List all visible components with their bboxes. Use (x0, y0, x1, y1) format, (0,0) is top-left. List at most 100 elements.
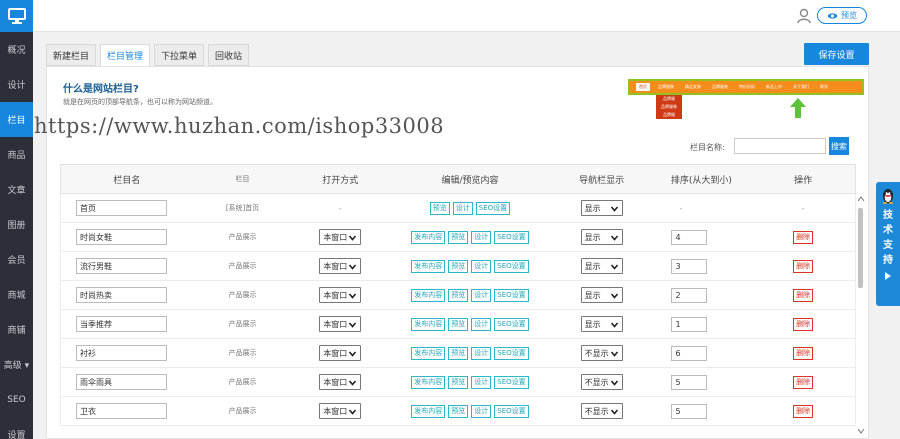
sidebar-item-8[interactable]: 商铺 (0, 312, 33, 347)
column-name-input[interactable]: 卫衣 (76, 403, 167, 419)
open-mode-select[interactable]: 本窗口 (319, 345, 362, 361)
sort-cell: 4 (651, 223, 751, 251)
tech-support-widget[interactable]: 技术支持 (876, 182, 900, 306)
content-action-button[interactable]: 设计 (452, 201, 473, 215)
content-action-button[interactable]: SEO设置 (494, 346, 529, 360)
scroll-up-icon[interactable] (857, 196, 865, 202)
search-button[interactable]: 搜索 (829, 137, 849, 155)
actions-cell: 发布内容 预览 设计 SEO设置 (388, 397, 552, 425)
content-action-button[interactable]: 预览 (448, 404, 469, 418)
content-action-button[interactable]: 设计 (471, 259, 492, 273)
content-action-button[interactable]: 设计 (471, 230, 492, 244)
column-name-input[interactable]: 衬衫 (76, 345, 167, 361)
sidebar-item-0[interactable]: 概况 (0, 32, 33, 67)
scrollbar[interactable] (857, 196, 865, 439)
content-action-button[interactable]: SEO设置 (494, 288, 529, 302)
user-icon[interactable] (797, 8, 811, 24)
sort-order-input[interactable]: 1 (671, 316, 708, 332)
sidebar-item-2[interactable]: 栏目 (0, 102, 33, 137)
delete-button[interactable]: 删除 (793, 346, 814, 360)
sidebar-item-4[interactable]: 文章 (0, 172, 33, 207)
content-action-button[interactable]: 设计 (471, 346, 492, 360)
nav-display-select[interactable]: 不显示 (580, 403, 623, 419)
content-action-button[interactable]: 设计 (471, 404, 492, 418)
column-name-input[interactable]: 雨伞雨具 (76, 374, 167, 390)
search-input[interactable] (734, 138, 826, 154)
open-mode-select[interactable]: 本窗口 (319, 287, 362, 303)
content-action-button[interactable]: 预览 (448, 317, 469, 331)
chevron-down-icon (349, 408, 357, 415)
open-mode-select[interactable]: 本窗口 (319, 229, 362, 245)
content-action-button[interactable]: 设计 (471, 288, 492, 302)
content-action-button[interactable]: 设计 (471, 375, 492, 389)
content-action-button[interactable]: SEO设置 (494, 404, 529, 418)
content-action-button[interactable]: 发布内容 (411, 404, 446, 418)
content-action-button[interactable]: SEO设置 (494, 375, 529, 389)
content-action-button[interactable]: 预览 (429, 201, 450, 215)
nav-display-cell: 显示 (552, 223, 652, 251)
sort-order-input[interactable]: 4 (671, 229, 708, 245)
tab-recycle-bin[interactable]: 回收站 (208, 44, 250, 66)
scroll-down-icon[interactable] (857, 428, 865, 434)
sort-order-input[interactable]: 5 (671, 403, 708, 419)
sort-order-input[interactable]: 6 (671, 345, 708, 361)
delete-button[interactable]: 删除 (793, 288, 814, 302)
scrollbar-thumb[interactable] (858, 208, 863, 288)
content-action-button[interactable]: SEO设置 (494, 259, 529, 273)
content-action-button[interactable]: 预览 (448, 259, 469, 273)
sidebar-item-10[interactable]: SEO (0, 382, 33, 417)
nav-display-select[interactable]: 显示 (580, 258, 623, 274)
nav-display-select[interactable]: 显示 (580, 316, 623, 332)
tab-column-manage[interactable]: 栏目管理 (100, 44, 151, 67)
save-settings-button[interactable]: 保存设置 (804, 43, 869, 65)
sidebar-item-3[interactable]: 商品 (0, 137, 33, 172)
column-name-input[interactable]: 首页 (76, 200, 167, 216)
column-name-input[interactable]: 当季推荐 (76, 316, 167, 332)
sort-order-input[interactable]: 5 (671, 374, 708, 390)
open-mode-select[interactable]: 本窗口 (319, 374, 362, 390)
content-action-button[interactable]: 设计 (471, 317, 492, 331)
delete-button[interactable]: 删除 (793, 230, 814, 244)
content-action-button[interactable]: 发布内容 (411, 375, 446, 389)
sort-order-input[interactable]: 3 (671, 258, 708, 274)
content-action-button[interactable]: SEO设置 (494, 317, 529, 331)
delete-button[interactable]: 删除 (793, 259, 814, 273)
delete-button[interactable]: 删除 (793, 375, 814, 389)
content-action-button[interactable]: 预览 (448, 288, 469, 302)
column-name-input[interactable]: 时尚女鞋 (76, 229, 167, 245)
open-mode-select[interactable]: 本窗口 (319, 258, 362, 274)
sidebar-item-1[interactable]: 设计 (0, 67, 33, 102)
content-action-button[interactable]: 发布内容 (411, 288, 446, 302)
sidebar-item-11[interactable]: 设置 (0, 417, 33, 439)
column-name-input[interactable]: 流行男鞋 (76, 258, 167, 274)
nav-display-select[interactable]: 显示 (580, 229, 623, 245)
sidebar-item-5[interactable]: 图册 (0, 207, 33, 242)
open-mode-select[interactable]: 本窗口 (319, 316, 362, 332)
tab-new-column[interactable]: 新建栏目 (46, 44, 97, 66)
content-action-button[interactable]: 预览 (448, 346, 469, 360)
column-name-input[interactable]: 时尚热卖 (76, 287, 167, 303)
content-action-button[interactable]: 发布内容 (411, 346, 446, 360)
tech-support-label: 技术支持 (883, 210, 893, 266)
content-action-button[interactable]: SEO设置 (475, 201, 511, 215)
monitor-icon[interactable] (0, 0, 33, 32)
delete-button[interactable]: 删除 (793, 317, 814, 331)
content-action-button[interactable]: 预览 (448, 375, 469, 389)
tab-dropdown-menu[interactable]: 下拉菜单 (154, 44, 205, 66)
content-action-button[interactable]: 预览 (448, 230, 469, 244)
nav-display-select[interactable]: 不显示 (580, 374, 623, 390)
content-action-button[interactable]: SEO设置 (494, 230, 529, 244)
sidebar-item-7[interactable]: 商城 (0, 277, 33, 312)
content-action-button[interactable]: 发布内容 (411, 259, 446, 273)
content-action-button[interactable]: 发布内容 (411, 317, 446, 331)
sort-order-input[interactable]: 2 (671, 287, 708, 303)
nav-display-select[interactable]: 不显示 (580, 345, 623, 361)
preview-button[interactable]: 预览 (817, 7, 867, 24)
content-action-button[interactable]: 发布内容 (411, 230, 446, 244)
nav-display-select[interactable]: 显示 (580, 287, 623, 303)
sidebar-item-9[interactable]: 高级 ▾ (0, 347, 33, 382)
sidebar-item-6[interactable]: 会员 (0, 242, 33, 277)
open-mode-select[interactable]: 本窗口 (319, 403, 362, 419)
nav-display-select[interactable]: 显示 (580, 200, 623, 216)
delete-button[interactable]: 删除 (793, 404, 814, 418)
